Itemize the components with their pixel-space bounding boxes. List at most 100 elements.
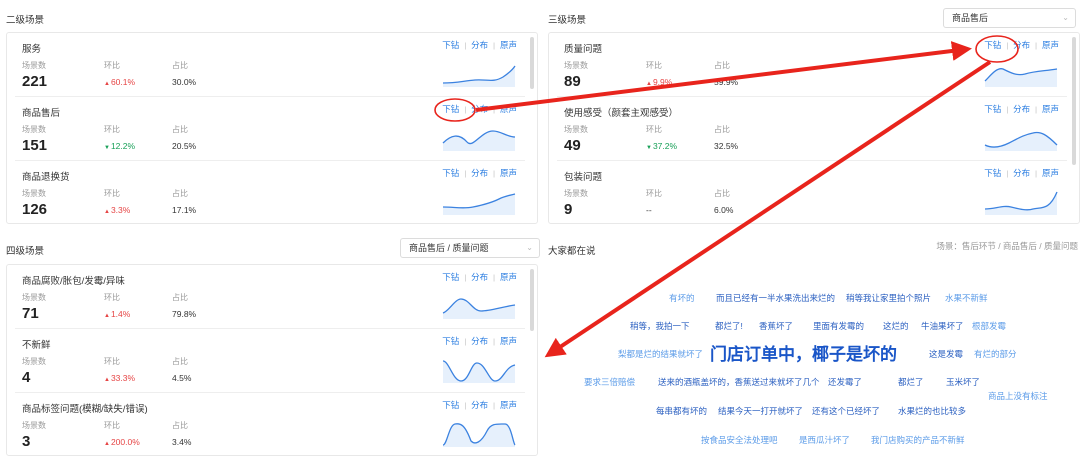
scene-name: 商品标签问题(模糊/缺失/错误) xyxy=(22,404,148,415)
distribution-link[interactable]: 分布 xyxy=(471,336,488,346)
drill-link[interactable]: 下钻 xyxy=(442,168,459,178)
arrow-down-icon: ▼ xyxy=(104,145,110,151)
distribution-link[interactable]: 分布 xyxy=(471,40,488,50)
cloud-word[interactable]: 都烂了! xyxy=(715,322,743,331)
separator: | xyxy=(464,43,467,50)
list-item[interactable]: 商品退换货 下钻 | 分布 | 原声 场景数 环比 占比 126 ▲3.3% 17.1% xyxy=(7,161,537,223)
distribution-link[interactable]: 分布 xyxy=(471,104,488,114)
cloud-word[interactable]: 有坏的 xyxy=(669,294,695,303)
cloud-word[interactable]: 水果不新鲜 xyxy=(945,294,988,303)
count-label: 场景数 xyxy=(564,125,588,134)
drill-link[interactable]: 下钻 xyxy=(442,40,459,50)
change-label: 环比 xyxy=(104,189,120,198)
level2-title: 二级场景 xyxy=(6,15,45,26)
separator: | xyxy=(1035,43,1037,50)
cloud-word[interactable]: 要求三倍赔偿 xyxy=(584,378,635,387)
cloud-word[interactable]: 按食品安全法处理吧 xyxy=(701,436,778,445)
separator: | xyxy=(464,171,467,178)
list-item[interactable]: 质量问题 下钻 | 分布 | 原声 场景数 环比 占比 89 ▲9.9% 59.9% xyxy=(549,33,1079,95)
cloud-word[interactable]: 香蕉坏了 xyxy=(759,322,793,331)
level3-filter-select[interactable]: 商品售后 ⌄ xyxy=(943,8,1076,28)
cloud-word[interactable]: 水果烂的也比较多 xyxy=(898,407,966,416)
list-item[interactable]: 商品腐败/胀包/发霉/异味 下钻 | 分布 | 原声 场景数 环比 占比 71 ▲1.4% 79.8% xyxy=(7,265,537,327)
change-value: ▲9.9% xyxy=(646,77,673,87)
trend-sparkline xyxy=(442,193,516,215)
cloud-word[interactable]: 结果今天一打开就坏了 xyxy=(718,407,803,416)
list-item[interactable]: 商品标签问题(模糊/缺失/错误) 下钻 | 分布 | 原声 场景数 环比 占比 3 ▲200.0% 3… xyxy=(7,393,537,455)
change-value: ▲60.1% xyxy=(104,77,136,87)
cloud-word[interactable]: 根部发霉 xyxy=(972,322,1006,331)
drill-link[interactable]: 下钻 xyxy=(442,336,459,346)
separator: | xyxy=(464,275,467,282)
cloud-word[interactable]: 而且已经有一半水果洗出来烂的 xyxy=(716,294,835,303)
level4-filter-select[interactable]: 商品售后 / 质量问题 ⌄ xyxy=(400,238,540,258)
arrow-up-icon: ▲ xyxy=(646,81,652,87)
distribution-link[interactable]: 分布 xyxy=(1013,104,1030,114)
cloud-word[interactable]: 牛油果坏了 xyxy=(921,322,964,331)
voice-link[interactable]: 原声 xyxy=(500,104,517,114)
cloud-word[interactable]: 还有这个已经坏了 xyxy=(812,407,880,416)
cloud-word[interactable]: 还发霉了 xyxy=(828,378,862,387)
arrow-up-icon: ▲ xyxy=(104,441,110,447)
voice-link[interactable]: 原声 xyxy=(500,336,517,346)
cloud-word[interactable]: 这烂的 xyxy=(883,322,909,331)
trend-sparkline xyxy=(442,130,516,151)
scene-name: 使用感受（颜套主观感受） xyxy=(564,108,679,119)
share-label: 占比 xyxy=(172,357,188,366)
drill-link[interactable]: 下钻 xyxy=(984,104,1001,114)
scene-count: 151 xyxy=(22,137,48,154)
change-label: 环比 xyxy=(104,125,120,134)
change-value: ▼12.2% xyxy=(104,141,136,151)
cloud-word[interactable]: 我门店购买的产品不新鲜 xyxy=(871,436,965,445)
voice-link[interactable]: 原声 xyxy=(1042,104,1059,114)
drill-link[interactable]: 下钻 xyxy=(984,40,1001,50)
chevron-down-icon: ⌄ xyxy=(1062,13,1069,22)
distribution-link[interactable]: 分布 xyxy=(471,400,488,410)
cloud-word[interactable]: 都烂了 xyxy=(898,378,924,387)
share-label: 占比 xyxy=(172,125,188,134)
separator: | xyxy=(464,339,467,346)
distribution-link[interactable]: 分布 xyxy=(471,272,488,282)
voice-link[interactable]: 原声 xyxy=(1042,168,1059,178)
distribution-link[interactable]: 分布 xyxy=(471,168,488,178)
list-item[interactable]: 使用感受（颜套主观感受） 下钻 | 分布 | 原声 场景数 环比 占比 49 ▼37.2% 32.5% xyxy=(549,97,1079,159)
voice-link[interactable]: 原声 xyxy=(500,168,517,178)
cloud-word[interactable]: 梨都是烂的结果就坏了 xyxy=(618,350,703,359)
drill-link[interactable]: 下钻 xyxy=(984,168,1001,178)
cloud-word[interactable]: 每串都有坏的 xyxy=(656,407,707,416)
count-label: 场景数 xyxy=(22,357,46,366)
cloud-word[interactable]: 送来的酒瓶盖坏的，香蕉送过来就坏了几个 xyxy=(658,378,820,387)
list-item[interactable]: 商品售后 下钻 | 分布 | 原声 场景数 环比 占比 151 ▼12.2% 20.5% xyxy=(7,97,537,159)
voice-link[interactable]: 原声 xyxy=(1042,40,1059,50)
cloud-word[interactable]: 这是发霉 xyxy=(929,350,963,359)
drill-link[interactable]: 下钻 xyxy=(442,400,459,410)
cloud-word[interactable]: 商品上没有标注 xyxy=(988,392,1048,401)
distribution-link[interactable]: 分布 xyxy=(1013,168,1030,178)
share-value: 20.5% xyxy=(172,141,197,151)
list-item[interactable]: 不新鲜 下钻 | 分布 | 原声 场景数 环比 占比 4 ▲33.3% 4.5% xyxy=(7,329,537,391)
count-label: 场景数 xyxy=(22,61,46,70)
cloud-word[interactable]: 是西瓜汁坏了 xyxy=(799,436,850,445)
trend-sparkline xyxy=(442,360,516,383)
cloud-word[interactable]: 里面有发霉的 xyxy=(813,322,864,331)
action-links: 下钻 | 分布 | 原声 xyxy=(442,103,517,115)
change-label: 环比 xyxy=(104,357,120,366)
cloud-word[interactable]: 稍等我让家里拍个照片 xyxy=(846,294,931,303)
drill-link[interactable]: 下钻 xyxy=(442,272,459,282)
separator: | xyxy=(464,107,467,114)
voice-link[interactable]: 原声 xyxy=(500,272,517,282)
voice-link[interactable]: 原声 xyxy=(500,40,517,50)
share-value: 30.0% xyxy=(172,77,197,87)
cloud-word[interactable]: 玉米坏了 xyxy=(946,378,980,387)
cloud-breadcrumb: 场景：售后环节 / 商品售后 / 质量问题 xyxy=(936,241,1078,251)
scene-count: 3 xyxy=(22,433,31,450)
action-links: 下钻 | 分布 | 原声 xyxy=(442,39,517,51)
list-item[interactable]: 包装问题 下钻 | 分布 | 原声 场景数 环比 占比 9 -- 6.0% xyxy=(549,161,1079,223)
distribution-link[interactable]: 分布 xyxy=(1013,40,1030,50)
voice-link[interactable]: 原声 xyxy=(500,400,517,410)
cloud-word[interactable]: 有烂的部分 xyxy=(974,350,1017,359)
list-item[interactable]: 服务 下钻 | 分布 | 原声 场景数 环比 占比 221 ▲60.1% 30.0% xyxy=(7,33,537,95)
drill-link[interactable]: 下钻 xyxy=(442,104,459,114)
cloud-word[interactable]: 稍等，我拍一下 xyxy=(630,322,690,331)
cloud-word[interactable]: 门店订单中，椰子是坏的 xyxy=(710,346,897,363)
